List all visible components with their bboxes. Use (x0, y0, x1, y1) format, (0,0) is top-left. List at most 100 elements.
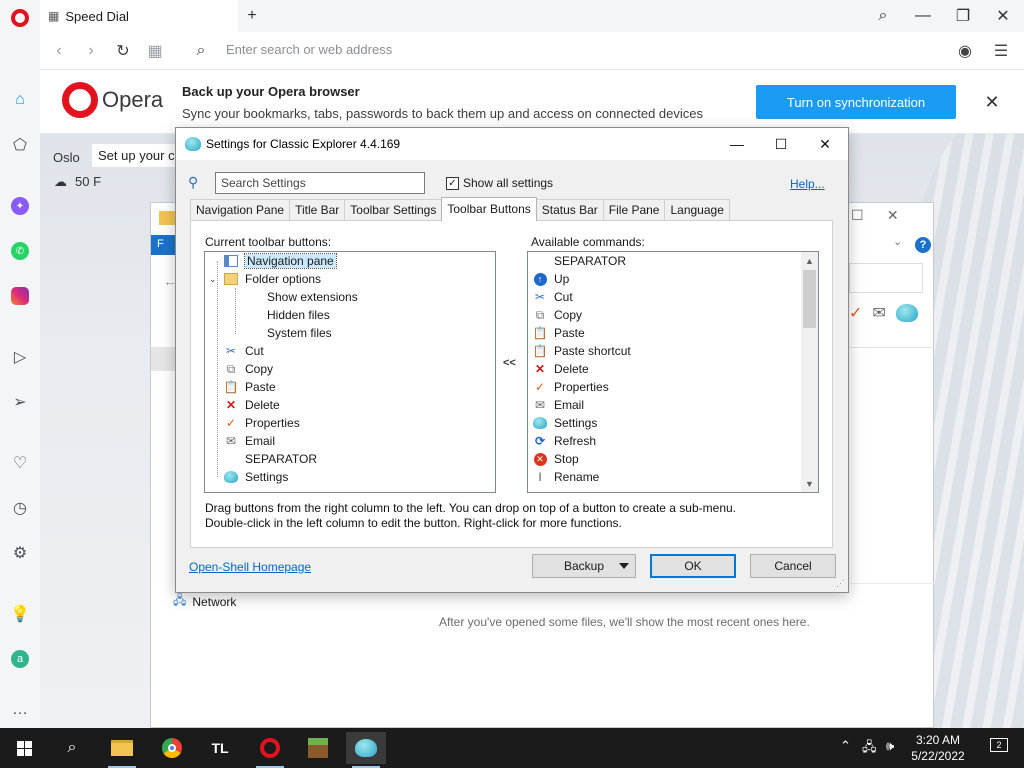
search-icon[interactable]: ⌕ (52, 732, 92, 764)
command-item[interactable]: ⧉ Copy (532, 306, 582, 324)
move-left-arrow[interactable]: << (503, 357, 516, 369)
volume-icon[interactable]: 🕪 (886, 738, 894, 754)
opera-icon[interactable] (250, 732, 290, 768)
back-icon[interactable]: ‹ (48, 40, 70, 62)
explorer-search-box[interactable] (849, 263, 923, 293)
command-item[interactable]: ⟳ Refresh (532, 432, 596, 450)
forward-icon[interactable]: › (80, 40, 102, 62)
command-item[interactable]: SEPARATOR (532, 252, 626, 270)
more-icon[interactable]: … (8, 698, 32, 722)
chevron-down-icon[interactable]: ⌄ (209, 274, 217, 285)
tree-item[interactable]: ⧉ Copy (209, 360, 273, 378)
home-icon[interactable]: ⌂ (8, 88, 32, 112)
command-item[interactable]: Settings (532, 414, 597, 432)
scrollbar[interactable]: ▲ ▼ (801, 252, 818, 492)
tree-subitem[interactable]: System files (267, 324, 332, 342)
restore-button[interactable]: ❐ (949, 4, 977, 28)
banner-close-icon[interactable]: ✕ (980, 90, 1004, 114)
opera-menu-icon[interactable] (8, 6, 32, 30)
cancel-button[interactable]: Cancel (750, 554, 836, 578)
email-icon[interactable]: ✉ (872, 303, 885, 323)
minecraft-icon[interactable] (298, 732, 338, 764)
resize-grip-icon[interactable]: ⋰ (836, 578, 845, 589)
command-item[interactable]: 📋 Paste shortcut (532, 342, 631, 360)
new-tab-button[interactable]: + (238, 4, 266, 28)
history-icon[interactable]: ◷ (8, 496, 32, 520)
dialog-minimize-button[interactable]: — (722, 132, 752, 156)
aria-icon[interactable]: a (8, 647, 32, 671)
network-tray-icon[interactable]: 🖧 (862, 738, 877, 760)
command-item[interactable]: ✕ Delete (532, 360, 589, 378)
minimize-button[interactable]: — (909, 4, 937, 28)
ribbon-file-tab[interactable]: F (151, 235, 177, 255)
tab-language[interactable]: Language (664, 199, 730, 221)
tree-item[interactable]: Settings (209, 468, 288, 486)
tree-item[interactable]: ✕ Delete (209, 396, 280, 414)
properties-icon[interactable]: ✓ (849, 303, 862, 323)
send-icon[interactable]: ➢ (8, 390, 32, 414)
homepage-link[interactable]: Open-Shell Homepage (189, 560, 311, 574)
tree-item[interactable]: ⌄ Folder options (209, 270, 321, 288)
tab-navigation-pane[interactable]: Navigation Pane (190, 199, 291, 221)
address-input[interactable]: Enter search or web address (226, 42, 392, 57)
help-link[interactable]: Help... (790, 177, 825, 191)
tl-app-icon[interactable]: TL (200, 732, 240, 764)
shell-settings-icon[interactable] (895, 304, 918, 322)
classic-shell-icon[interactable] (346, 732, 386, 768)
instagram-icon[interactable] (8, 284, 32, 308)
messenger-icon[interactable]: ✦ (8, 194, 32, 218)
speed-dial-grid-icon[interactable]: ▦ (144, 40, 166, 62)
ok-button[interactable]: OK (650, 554, 736, 578)
tree-subitem[interactable]: Show extensions (267, 288, 358, 306)
available-commands-list[interactable]: SEPARATOR ↑ Up ✂ Cut ⧉ Copy 📋 Paste 📋 Pa… (527, 251, 819, 493)
easy-setup-icon[interactable]: ☰ (990, 40, 1012, 62)
chevron-up-icon[interactable]: ⌃ (840, 738, 851, 754)
command-item[interactable]: ✂ Cut (532, 288, 573, 306)
player-icon[interactable]: ▷ (8, 345, 32, 369)
file-explorer-icon[interactable] (102, 732, 142, 768)
tree-item[interactable]: ✓ Properties (209, 414, 300, 432)
tree-item[interactable]: 📋 Paste (209, 378, 276, 396)
command-item[interactable]: I Rename (532, 468, 599, 486)
tab-toolbar-settings[interactable]: Toolbar Settings (344, 199, 443, 221)
tree-item[interactable]: ✉ Email (209, 432, 275, 450)
chrome-icon[interactable] (152, 732, 192, 764)
tab-toolbar-buttons[interactable]: Toolbar Buttons (441, 197, 537, 221)
system-clock[interactable]: 3:20 AM 5/22/2022 (906, 732, 970, 764)
dialog-close-button[interactable]: ✕ (810, 132, 840, 156)
command-item[interactable]: ✓ Properties (532, 378, 609, 396)
start-icon[interactable] (4, 732, 44, 764)
weather-city[interactable]: Oslo (53, 150, 80, 165)
nav-item-network[interactable]: 🖧 Network (173, 591, 236, 612)
bookmarks-icon[interactable]: ⬠ (8, 133, 32, 157)
backup-button[interactable]: Backup (532, 554, 636, 578)
close-browser-button[interactable]: ✕ (989, 4, 1017, 28)
command-item[interactable]: ↑ Up (532, 270, 569, 288)
notification-center-icon[interactable]: 2 (990, 738, 1008, 752)
settings-search-input[interactable]: Search Settings (215, 172, 425, 194)
show-all-settings-checkbox[interactable]: ✓ Show all settings (446, 176, 553, 190)
scroll-down-icon[interactable]: ▼ (801, 475, 818, 492)
checkbox-checked-icon[interactable]: ✓ (446, 176, 459, 190)
tree-subitem[interactable]: Hidden files (267, 306, 330, 324)
expand-ribbon-icon[interactable]: ⌄ (893, 235, 902, 248)
tab-status-bar[interactable]: Status Bar (535, 199, 604, 221)
scroll-up-icon[interactable]: ▲ (801, 252, 818, 269)
snapshot-camera-icon[interactable]: ◉ (954, 40, 976, 62)
tree-item[interactable]: SEPARATOR (209, 450, 317, 468)
tab-title-bar[interactable]: Title Bar (289, 199, 346, 221)
tree-item[interactable]: ✂ Cut (209, 342, 264, 360)
sync-button[interactable]: Turn on synchronization (756, 85, 956, 119)
command-item[interactable]: ✕ Stop (532, 450, 579, 468)
command-item[interactable]: 📋 Paste (532, 324, 585, 342)
tab-speed-dial[interactable]: ▦ Speed Dial (40, 0, 238, 32)
heart-icon[interactable]: ♡ (8, 451, 32, 475)
tips-lightbulb-icon[interactable]: 💡 (8, 602, 32, 626)
current-buttons-tree[interactable]: Navigation pane ⌄ Folder options Show ex… (204, 251, 496, 493)
dialog-maximize-button[interactable]: ☐ (766, 132, 796, 156)
help-icon[interactable]: ? (915, 237, 931, 253)
tab-file-pane[interactable]: File Pane (602, 199, 666, 221)
reload-icon[interactable]: ↻ (112, 40, 134, 62)
command-item[interactable]: ✉ Email (532, 396, 584, 414)
whatsapp-icon[interactable]: ✆ (8, 239, 32, 263)
